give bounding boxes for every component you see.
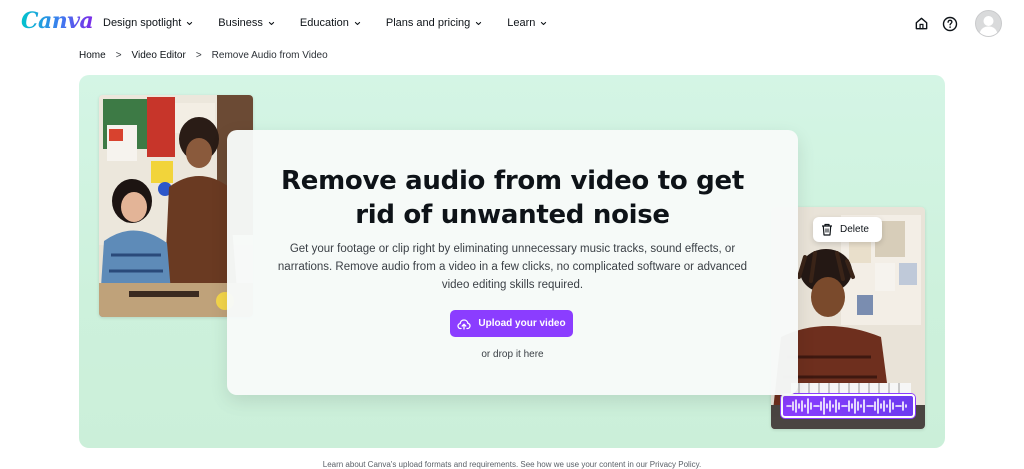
canva-logo[interactable]: Canva — [21, 8, 94, 34]
header-actions — [912, 10, 1002, 37]
chevron-down-icon — [354, 21, 360, 25]
hero-section: Delete Remove audio from video to get ri… — [79, 75, 945, 448]
delete-chip[interactable]: Delete — [813, 217, 882, 242]
drop-hint: or drop it here — [481, 349, 544, 360]
breadcrumb: Home > Video Editor > Remove Audio from … — [79, 50, 328, 61]
chevron-down-icon — [541, 21, 547, 25]
upload-privacy-note: Learn about Canva's upload formats and r… — [322, 460, 702, 469]
help-icon[interactable] — [941, 15, 959, 33]
breadcrumb-current-page: Remove Audio from Video — [211, 50, 328, 61]
waveform-icon — [786, 397, 907, 415]
nav-label: Design spotlight — [103, 17, 182, 29]
site-header: Canva Design spotlight Business Educatio… — [0, 0, 1024, 48]
avatar[interactable] — [975, 10, 1002, 37]
nav-label: Plans and pricing — [385, 17, 471, 29]
audio-waveform — [781, 394, 915, 418]
chevron-down-icon — [187, 21, 193, 25]
nav-label: Learn — [507, 17, 536, 29]
chevron-down-icon — [268, 21, 275, 25]
nav-design-spotlight[interactable]: Design spotlight — [103, 17, 193, 29]
nav-label: Education — [299, 17, 349, 29]
chevron-down-icon — [476, 21, 482, 25]
delete-label: Delete — [840, 224, 869, 235]
main-nav: Design spotlight Business Education Plan… — [103, 17, 572, 29]
trash-icon — [822, 223, 832, 236]
nav-business[interactable]: Business — [218, 17, 275, 29]
breadcrumb-video-editor[interactable]: Video Editor — [132, 50, 186, 61]
breadcrumb-separator: > — [115, 50, 122, 61]
hero-description: Get your footage or clip right by elimin… — [277, 243, 748, 291]
nav-education[interactable]: Education — [300, 17, 361, 29]
hero-card: Remove audio from video to get rid of un… — [227, 130, 798, 395]
cloud-upload-icon — [457, 318, 472, 330]
nav-label: Business — [218, 17, 263, 29]
nav-learn[interactable]: Learn — [507, 17, 547, 29]
nav-plans-and-pricing[interactable]: Plans and pricing — [386, 17, 482, 29]
home-icon[interactable] — [912, 15, 930, 33]
page-title: Remove audio from video to get rid of un… — [281, 166, 744, 230]
upload-video-button[interactable]: Upload your video — [450, 310, 573, 337]
breadcrumb-separator: > — [195, 50, 202, 61]
upload-label: Upload your video — [478, 318, 566, 329]
breadcrumb-home[interactable]: Home — [79, 50, 106, 61]
